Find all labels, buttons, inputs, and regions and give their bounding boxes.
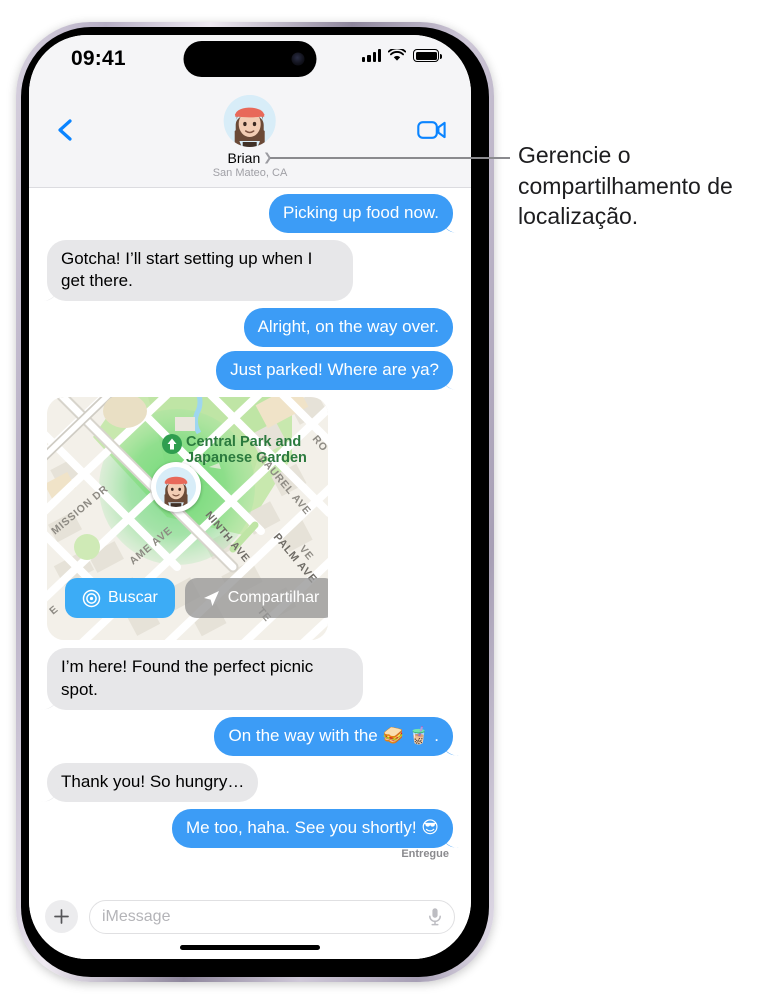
home-indicator: [180, 945, 320, 950]
message-row: I’m here! Found the perfect picnic spot.: [29, 648, 471, 710]
dynamic-island: [183, 41, 317, 77]
microphone-icon[interactable]: [428, 907, 442, 926]
search-input-wrapper[interactable]: iMessage: [89, 899, 455, 934]
status-bar-time: 09:41: [71, 47, 126, 70]
message-bubble-incoming[interactable]: Thank you! So hungry…: [47, 762, 259, 802]
message-row: Alright, on the way over.: [29, 308, 471, 348]
location-action-buttons: Buscar Compartilhar: [65, 578, 328, 619]
memoji-avatar[interactable]: [224, 95, 276, 147]
message-row: Picking up food now.: [29, 194, 471, 234]
delivery-status: Entregue: [401, 847, 449, 860]
wifi-icon: [388, 49, 406, 61]
contact-location-subtitle: San Mateo, CA: [212, 167, 288, 179]
status-bar-indicators: [362, 49, 442, 62]
front-camera-icon: [291, 52, 305, 66]
contact-name: Brian: [227, 150, 261, 166]
cellular-signal-icon: [362, 49, 381, 62]
message-list[interactable]: Picking up food now. Gotcha! I’ll start …: [29, 188, 471, 888]
navigation-arrow-icon: [203, 590, 219, 606]
message-bubble-outgoing[interactable]: Me too, haha. See you shortly! 😎: [171, 808, 453, 848]
back-chevron-icon[interactable]: [54, 119, 76, 141]
message-bubble-outgoing[interactable]: Picking up food now.: [269, 194, 453, 234]
message-row: On the way with the 🥪 🧋 .: [29, 716, 471, 756]
location-map-card[interactable]: Central Park and Japanese Garden MISSION…: [47, 397, 328, 641]
contact-name-row[interactable]: Brian ❯: [228, 150, 273, 166]
message-bubble-outgoing[interactable]: On the way with the 🥪 🧋 .: [214, 716, 453, 756]
plus-icon[interactable]: [45, 900, 78, 933]
radar-target-icon: [82, 589, 101, 608]
message-input-placeholder: iMessage: [102, 907, 171, 925]
conversation-header: Brian ❯ San Mateo, CA: [29, 87, 471, 188]
battery-icon: [413, 49, 442, 62]
message-row: Me too, haha. See you shortly! 😎: [29, 808, 471, 848]
message-row: Thank you! So hungry…: [29, 762, 471, 802]
find-button-label: Buscar: [108, 589, 158, 607]
callout-text: Gerencie o compartilhamento de localizaç…: [518, 142, 733, 230]
message-row-location-attachment: Central Park and Japanese Garden MISSION…: [29, 397, 471, 641]
message-bubble-incoming[interactable]: Gotcha! I’ll start setting up when I get…: [47, 240, 353, 302]
park-label-line2: Japanese Garden: [186, 450, 307, 466]
status-bar: 09:41: [29, 35, 471, 87]
share-button-label: Compartilhar: [227, 589, 320, 607]
park-label-line1: Central Park and: [186, 434, 301, 450]
message-bubble-outgoing[interactable]: Just parked! Where are ya?: [216, 351, 453, 391]
callout-leader-line: [270, 157, 510, 159]
message-bubble-outgoing[interactable]: Alright, on the way over.: [243, 308, 453, 348]
iphone-device-frame: 09:41 Brian ❯ San Mateo, CA Picking up f…: [16, 22, 494, 982]
message-row: Just parked! Where are ya?: [29, 351, 471, 391]
contact-header-button[interactable]: Brian ❯ San Mateo, CA: [212, 95, 288, 179]
share-button[interactable]: Compartilhar: [184, 578, 328, 619]
video-camera-icon[interactable]: [417, 119, 447, 141]
find-button[interactable]: Buscar: [65, 578, 175, 619]
message-bubble-incoming[interactable]: I’m here! Found the perfect picnic spot.: [47, 648, 363, 710]
message-row: Gotcha! I’ll start setting up when I get…: [29, 240, 471, 302]
phone-screen: 09:41 Brian ❯ San Mateo, CA Picking up f…: [29, 35, 471, 959]
